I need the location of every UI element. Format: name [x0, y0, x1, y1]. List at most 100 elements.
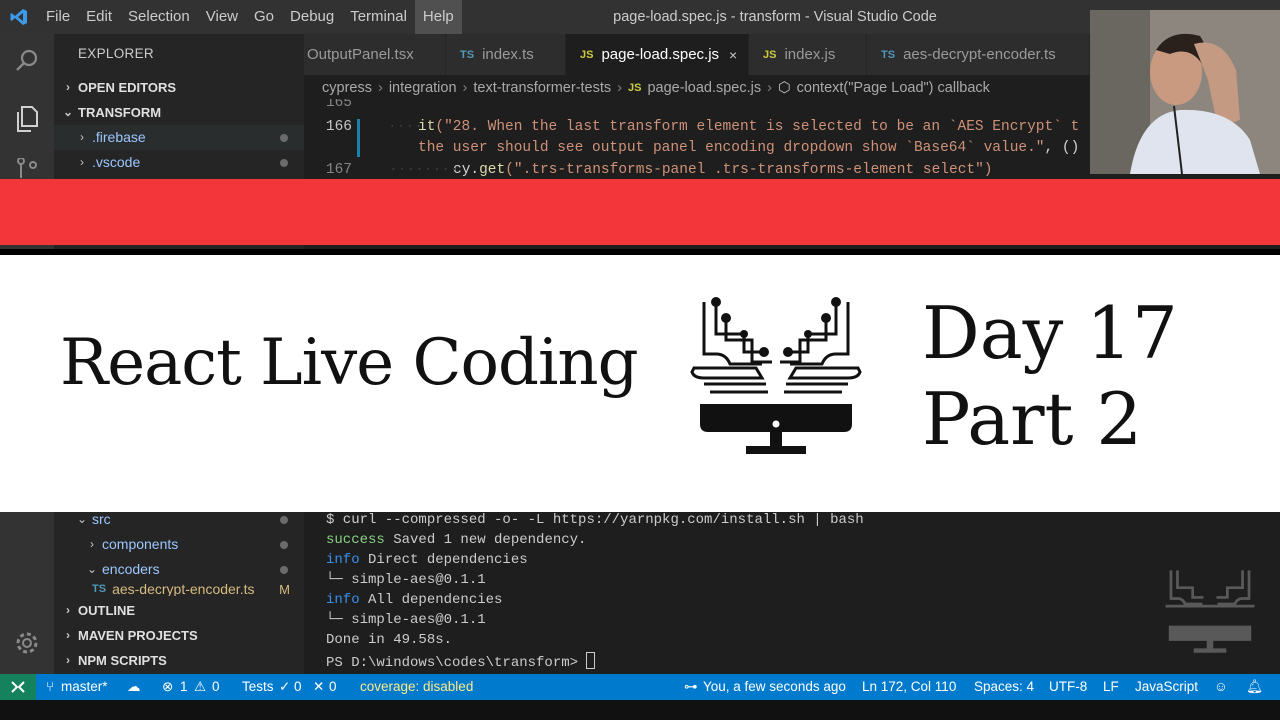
- breadcrumb-item[interactable]: integration: [389, 80, 457, 96]
- code-token: , (): [1044, 140, 1080, 156]
- code-monitor-logo-icon: [686, 294, 866, 460]
- menu-go[interactable]: Go: [246, 0, 282, 34]
- chevron-down-icon: ⌄: [62, 105, 74, 119]
- menu-selection[interactable]: Selection: [120, 0, 198, 34]
- tab-index-js[interactable]: JS index.js: [749, 34, 867, 75]
- menu-edit[interactable]: Edit: [78, 0, 120, 34]
- code-line: ···· it("28. When the last transform elem…: [388, 119, 1079, 135]
- outline-label: OUTLINE: [78, 603, 136, 618]
- tree-item-label: encoders: [102, 561, 160, 577]
- git-modified-gutter: [357, 119, 360, 157]
- settings-gear-icon[interactable]: [12, 628, 42, 658]
- breadcrumb-item[interactable]: cypress: [322, 80, 372, 96]
- whitespace-marker: ········: [389, 162, 459, 178]
- modified-dot-icon: [280, 541, 288, 549]
- warning-count[interactable]: 0: [212, 674, 220, 700]
- search-icon[interactable]: [12, 46, 42, 76]
- git-branch[interactable]: master*: [61, 674, 108, 700]
- source-control-icon[interactable]: [12, 158, 42, 178]
- coverage-status[interactable]: coverage: disabled: [360, 674, 473, 700]
- tree-item-firebase[interactable]: › .firebase: [54, 125, 304, 150]
- file-encoding[interactable]: UTF-8: [1049, 674, 1087, 700]
- line-number: 166: [325, 119, 352, 135]
- explorer-title: EXPLORER: [78, 46, 154, 61]
- close-icon[interactable]: ×: [729, 47, 737, 63]
- terminal-prompt-line: PS D:\windows\codes\transform>: [326, 652, 596, 671]
- tree-item-encoders[interactable]: ⌄ encoders: [54, 557, 304, 582]
- cursor-position[interactable]: Ln 172, Col 110: [862, 674, 956, 700]
- tree-item-label: .firebase: [92, 129, 146, 145]
- modified-dot-icon: [280, 516, 288, 524]
- npm-scripts-label: NPM SCRIPTS: [78, 653, 167, 668]
- git-blame-icon: ⊶: [684, 679, 698, 694]
- chevron-right-icon: ›: [66, 653, 70, 667]
- status-bar: ⑂ master* ☁ ⊗ 1 ⚠ 0 Tests ✓ 0 ✕ 0 covera…: [0, 674, 1280, 700]
- tab-aes-decrypt-encoder[interactable]: TS aes-decrypt-encoder.ts: [867, 34, 1090, 75]
- chevron-right-icon: ›: [80, 130, 84, 144]
- tab-label: index.js: [784, 46, 836, 63]
- outline-section[interactable]: › OUTLINE: [54, 598, 304, 623]
- window-title: page-load.spec.js - transform - Visual S…: [613, 9, 937, 25]
- tree-item-vscode[interactable]: › .vscode: [54, 150, 304, 175]
- breadcrumb-item[interactable]: page-load.spec.js: [647, 80, 761, 96]
- tab-index-ts[interactable]: TS index.ts: [446, 34, 566, 75]
- remote-icon[interactable]: [0, 674, 36, 700]
- terminal-token: Direct dependencies: [359, 552, 528, 568]
- chevron-right-icon: ›: [617, 80, 622, 96]
- tab-outputpanel[interactable]: OutputPanel.tsx: [304, 34, 446, 75]
- tab-label: aes-decrypt-encoder.ts: [903, 46, 1056, 63]
- chevron-right-icon: ›: [462, 80, 468, 96]
- tree-item-aes-decrypt-encoder[interactable]: TS aes-decrypt-encoder.ts M: [54, 582, 304, 596]
- line-ending[interactable]: LF: [1103, 674, 1119, 700]
- terminal-line: $ curl --compressed -o- -L https://yarnp…: [326, 512, 864, 528]
- menu-terminal[interactable]: Terminal: [342, 0, 415, 34]
- open-editors-section[interactable]: › OPEN EDITORS: [54, 75, 304, 100]
- menu-file[interactable]: File: [38, 0, 78, 34]
- breadcrumb-item[interactable]: text-transformer-tests: [473, 80, 611, 96]
- breadcrumb-item[interactable]: context("Page Load") callback: [797, 80, 990, 96]
- menu-debug[interactable]: Debug: [282, 0, 342, 34]
- whitespace-marker: ····: [388, 119, 423, 135]
- chevron-right-icon: ›: [377, 80, 383, 96]
- menu-view[interactable]: View: [198, 0, 246, 34]
- line-number: 167: [325, 162, 352, 178]
- banner-title: React Live Coding: [60, 326, 639, 400]
- npm-scripts-section[interactable]: › NPM SCRIPTS: [54, 648, 304, 673]
- terminal-cursor: [586, 652, 596, 669]
- tests-label[interactable]: Tests: [242, 674, 274, 700]
- notifications-bell-icon[interactable]: 🔔︎: [1246, 674, 1263, 700]
- bottom-strip: [0, 700, 1280, 720]
- error-count[interactable]: 1: [180, 674, 188, 700]
- sync-icon[interactable]: ☁: [127, 674, 141, 700]
- terminal-token: All dependencies: [359, 592, 503, 608]
- maven-projects-label: MAVEN PROJECTS: [78, 628, 198, 643]
- modified-dot-icon: [280, 566, 288, 574]
- git-blame[interactable]: You, a few seconds ago: [703, 674, 846, 700]
- terminal-token: info: [326, 592, 360, 608]
- maven-projects-section[interactable]: › MAVEN PROJECTS: [54, 623, 304, 648]
- tab-page-load-spec[interactable]: JS page-load.spec.js ×: [566, 34, 749, 75]
- terminal-panel[interactable]: $ curl --compressed -o- -L https://yarnp…: [304, 512, 1280, 674]
- x-icon: ✕: [313, 679, 325, 694]
- language-mode[interactable]: JavaScript: [1135, 674, 1198, 700]
- indentation[interactable]: Spaces: 4: [974, 674, 1034, 700]
- modified-dot-icon: [280, 134, 288, 142]
- title-bar: File Edit Selection View Go Debug Termin…: [0, 0, 1280, 34]
- symbol-function-icon: ⬡: [777, 80, 791, 96]
- webcam-overlay: [1090, 10, 1280, 174]
- tree-item-components[interactable]: › components: [54, 532, 304, 557]
- javascript-file-icon: JS: [580, 48, 594, 61]
- code-editor[interactable]: 165 166 ···· it("28. When the last transf…: [304, 99, 1090, 179]
- explorer-icon[interactable]: [12, 104, 42, 134]
- transform-section[interactable]: ⌄ TRANSFORM: [54, 100, 304, 125]
- chevron-right-icon: ›: [66, 603, 70, 617]
- feedback-smiley-icon[interactable]: ☺: [1214, 674, 1228, 700]
- menu-help[interactable]: Help: [414, 0, 462, 34]
- terminal-line: Done in 49.58s.: [326, 632, 453, 648]
- banner-part: Part 2: [922, 377, 1143, 461]
- tests-fail-count: 0: [329, 679, 337, 694]
- terminal-prompt: PS D:\windows\codes\transform>: [326, 655, 587, 671]
- transform-label: TRANSFORM: [78, 105, 162, 120]
- terminal-token: success: [326, 532, 385, 548]
- code-token: get: [479, 162, 506, 178]
